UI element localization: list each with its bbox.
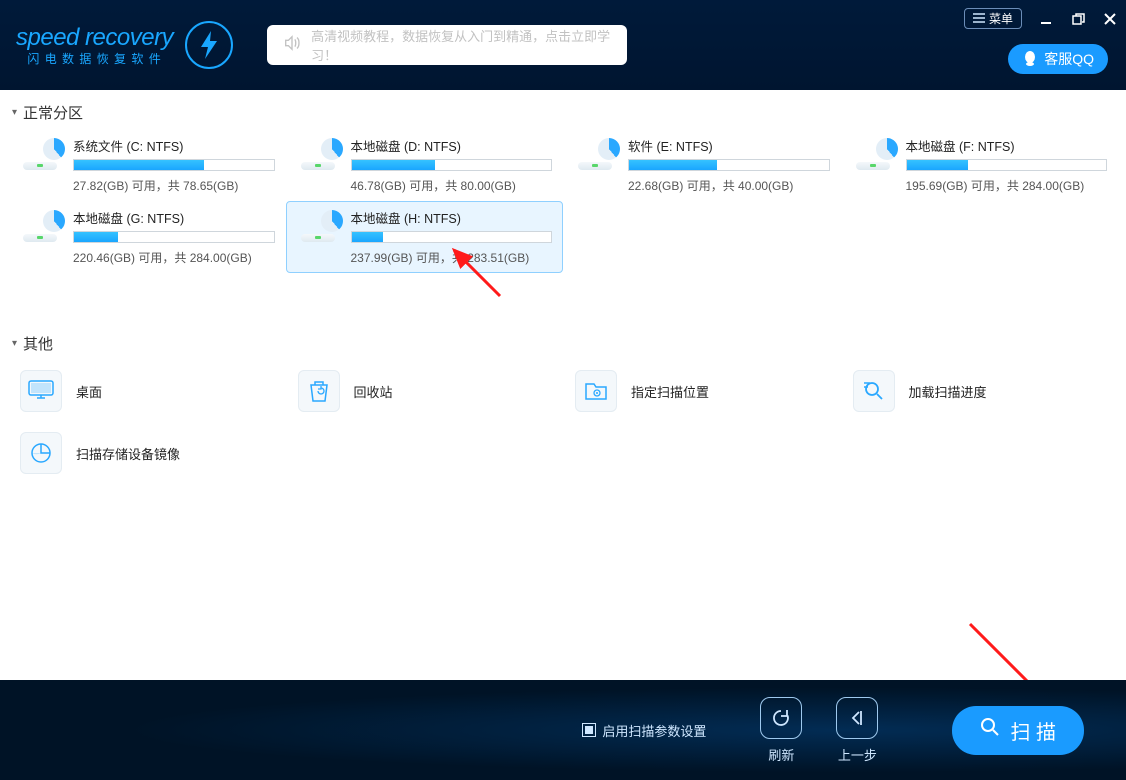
back-label: 上一步 <box>838 745 877 764</box>
main-panel: ▾ 正常分区 系统文件 (C: NTFS) 27.82(GB) 可用，共 78.6… <box>0 90 1126 490</box>
other-grid: 桌面 回收站 指定扫描位置 加载扫描进度扫描存储设备镜像 <box>8 360 1118 484</box>
partition-info: 22.68(GB) 可用，共 40.00(GB) <box>628 177 830 194</box>
chevron-down-icon: ▾ <box>12 107 17 118</box>
other-section-header[interactable]: ▾ 其他 <box>8 327 1118 360</box>
speaker-icon <box>283 34 301 57</box>
checkbox-icon <box>582 723 596 737</box>
partition-item[interactable]: 本地磁盘 (D: NTFS) 46.78(GB) 可用，共 80.00(GB) <box>286 129 564 201</box>
menu-label: 菜单 <box>989 10 1013 27</box>
partition-title: 软件 (E: NTFS) <box>628 136 830 155</box>
recycle-icon <box>298 370 340 412</box>
scan-params-label: 启用扫描参数设置 <box>602 721 706 740</box>
maximize-button[interactable] <box>1070 11 1086 27</box>
disk-icon <box>19 212 63 242</box>
partition-info: 27.82(GB) 可用，共 78.65(GB) <box>73 177 275 194</box>
qq-icon <box>1022 50 1038 69</box>
other-item[interactable]: 加载扫描进度 <box>841 360 1119 422</box>
scan-button[interactable]: 扫 描 <box>952 706 1084 755</box>
partition-item[interactable]: 系统文件 (C: NTFS) 27.82(GB) 可用，共 78.65(GB) <box>8 129 286 201</box>
other-title: 其他 <box>23 333 53 354</box>
refresh-icon <box>760 697 802 739</box>
refresh-button[interactable]: 刷新 <box>760 697 802 764</box>
app-logo: speed recovery 闪 电 数 据 恢 复 软 件 <box>16 21 233 69</box>
partition-title: 本地磁盘 (D: NTFS) <box>351 136 553 155</box>
chevron-down-icon: ▾ <box>12 338 17 349</box>
partitions-grid: 系统文件 (C: NTFS) 27.82(GB) 可用，共 78.65(GB) 本地… <box>8 129 1118 273</box>
usage-bar <box>351 231 553 243</box>
partition-title: 本地磁盘 (H: NTFS) <box>351 208 553 227</box>
menu-icon <box>973 12 985 26</box>
partition-info: 237.99(GB) 可用，共 283.51(GB) <box>351 249 553 266</box>
partition-item[interactable]: 本地磁盘 (H: NTFS) 237.99(GB) 可用，共 283.51(GB) <box>286 201 564 273</box>
partition-title: 系统文件 (C: NTFS) <box>73 136 275 155</box>
title-bar: speed recovery 闪 电 数 据 恢 复 软 件 高清视频教程，数据… <box>0 0 1126 90</box>
logo-main-text: speed recovery <box>16 24 173 52</box>
usage-bar <box>906 159 1108 171</box>
logo-sub-text: 闪 电 数 据 恢 复 软 件 <box>16 50 173 67</box>
partition-item[interactable]: 软件 (E: NTFS) 22.68(GB) 可用，共 40.00(GB) <box>563 129 841 201</box>
other-item[interactable]: 扫描存储设备镜像 <box>8 422 286 484</box>
menu-button[interactable]: 菜单 <box>964 8 1022 29</box>
usage-bar <box>73 231 275 243</box>
partition-item[interactable]: 本地磁盘 (F: NTFS) 195.69(GB) 可用，共 284.00(GB) <box>841 129 1119 201</box>
partition-title: 本地磁盘 (F: NTFS) <box>906 136 1108 155</box>
other-item-label: 扫描存储设备镜像 <box>76 444 180 463</box>
customer-service-button[interactable]: 客服QQ <box>1008 44 1108 74</box>
tutorial-banner[interactable]: 高清视频教程，数据恢复从入门到精通，点击立即学习！ <box>267 25 627 65</box>
pie-icon <box>20 432 62 474</box>
partition-info: 195.69(GB) 可用，共 284.00(GB) <box>906 177 1108 194</box>
other-item-label: 加载扫描进度 <box>909 382 987 401</box>
usage-bar <box>73 159 275 171</box>
disk-icon <box>19 140 63 170</box>
partition-info: 46.78(GB) 可用，共 80.00(GB) <box>351 177 553 194</box>
other-item[interactable]: 指定扫描位置 <box>563 360 841 422</box>
search-icon <box>853 370 895 412</box>
close-button[interactable] <box>1102 11 1118 27</box>
search-icon <box>980 717 1000 743</box>
scan-params-checkbox[interactable]: 启用扫描参数设置 <box>582 721 706 740</box>
disk-icon <box>297 212 341 242</box>
partition-info: 220.46(GB) 可用，共 284.00(GB) <box>73 249 275 266</box>
back-button[interactable]: 上一步 <box>836 697 878 764</box>
partitions-section-header[interactable]: ▾ 正常分区 <box>8 96 1118 129</box>
scan-label: 扫 描 <box>1010 716 1056 745</box>
target-icon <box>575 370 617 412</box>
partition-item[interactable]: 本地磁盘 (G: NTFS) 220.46(GB) 可用，共 284.00(GB) <box>8 201 286 273</box>
desktop-icon <box>20 370 62 412</box>
partitions-title: 正常分区 <box>23 102 83 123</box>
other-item[interactable]: 回收站 <box>286 360 564 422</box>
refresh-label: 刷新 <box>768 745 794 764</box>
other-item-label: 桌面 <box>76 382 102 401</box>
usage-bar <box>628 159 830 171</box>
banner-text: 高清视频教程，数据恢复从入门到精通，点击立即学习！ <box>311 26 611 64</box>
other-item-label: 回收站 <box>354 382 393 401</box>
footer-bar: 启用扫描参数设置 刷新 上一步 扫 描 <box>0 680 1126 780</box>
bolt-icon <box>185 21 233 69</box>
usage-bar <box>351 159 553 171</box>
disk-icon <box>297 140 341 170</box>
partition-title: 本地磁盘 (G: NTFS) <box>73 208 275 227</box>
back-icon <box>836 697 878 739</box>
other-item[interactable]: 桌面 <box>8 360 286 422</box>
disk-icon <box>574 140 618 170</box>
disk-icon <box>852 140 896 170</box>
minimize-button[interactable] <box>1038 11 1054 27</box>
other-item-label: 指定扫描位置 <box>631 382 709 401</box>
qq-label: 客服QQ <box>1044 49 1094 69</box>
